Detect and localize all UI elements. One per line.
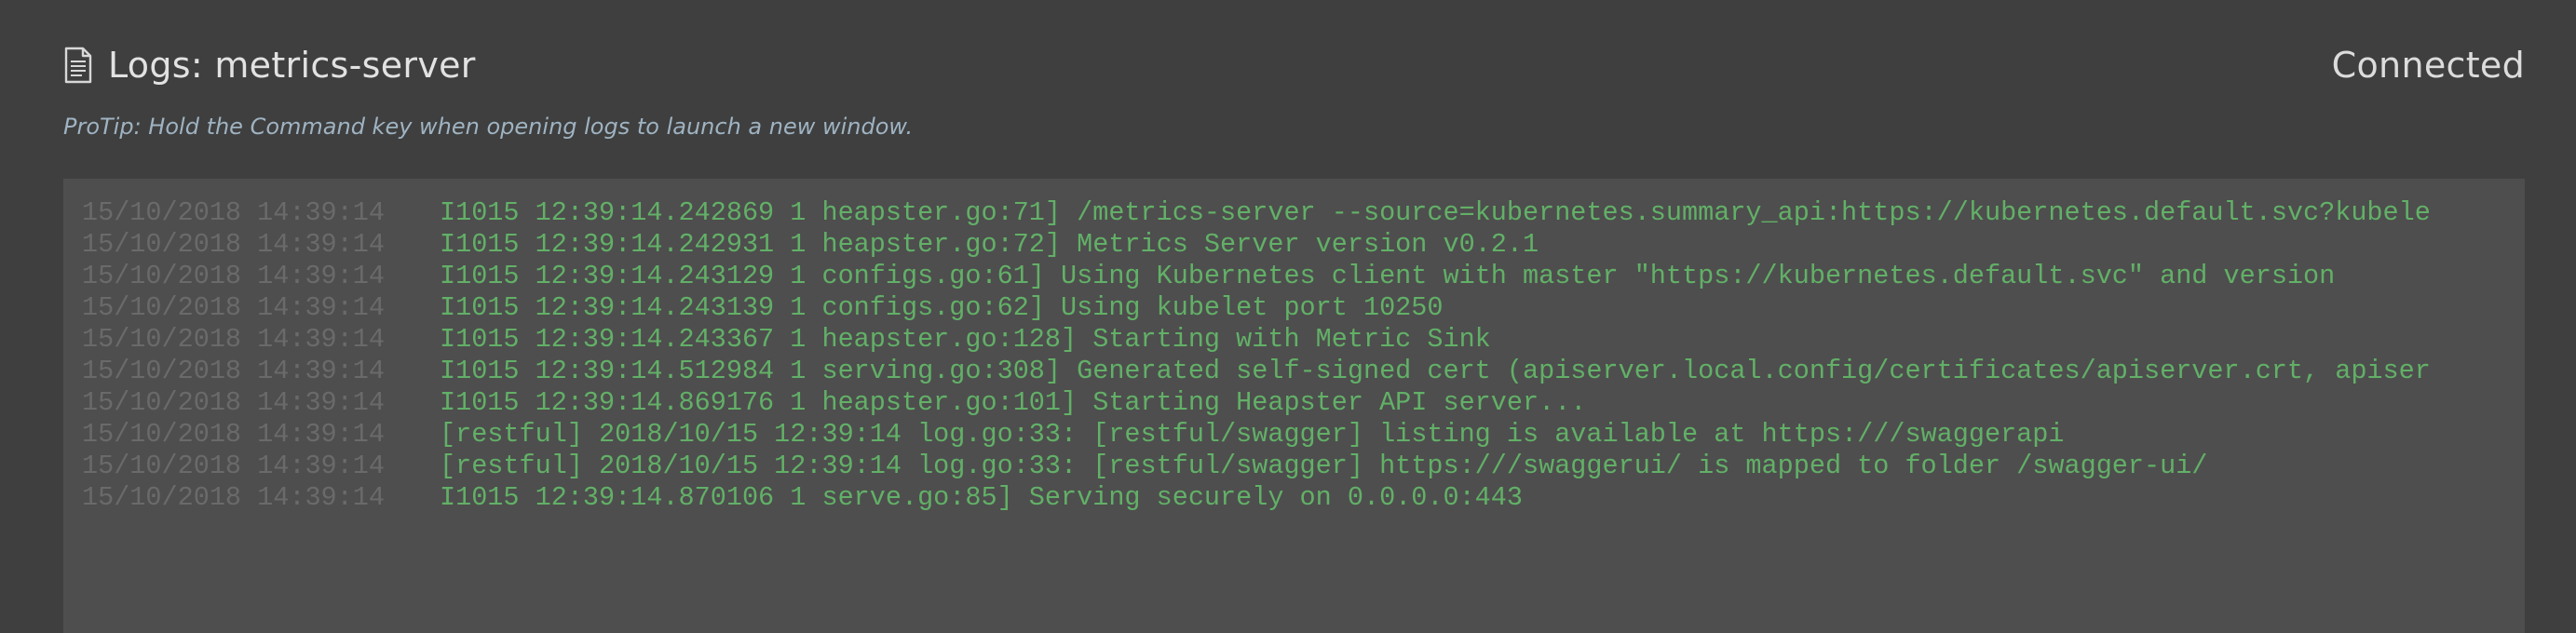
log-line: 15/10/2018 14:39:14 [restful] 2018/10/15 … bbox=[82, 451, 2525, 482]
page-header: Logs: metrics-server Connected bbox=[63, 39, 2525, 91]
log-timestamp: 15/10/2018 14:39:14 bbox=[82, 324, 385, 355]
log-line: 15/10/2018 14:39:14 I1015 12:39:14.243139… bbox=[82, 292, 2525, 324]
log-message: I1015 12:39:14.869176 1 heapster.go:101]… bbox=[440, 387, 1587, 418]
log-message: I1015 12:39:14.242869 1 heapster.go:71] … bbox=[440, 197, 2431, 228]
log-message: [restful] 2018/10/15 12:39:14 log.go:33:… bbox=[440, 419, 2065, 450]
log-timestamp: 15/10/2018 14:39:14 bbox=[82, 229, 385, 260]
document-icon bbox=[63, 47, 93, 84]
log-timestamp: 15/10/2018 14:39:14 bbox=[82, 261, 385, 291]
title-group: Logs: metrics-server bbox=[63, 45, 476, 86]
protip-text: ProTip: Hold the Command key when openin… bbox=[63, 114, 914, 140]
log-line: 15/10/2018 14:39:14 I1015 12:39:14.869176… bbox=[82, 387, 2525, 419]
log-line: 15/10/2018 14:39:14 I1015 12:39:14.242931… bbox=[82, 229, 2525, 261]
log-lines: 15/10/2018 14:39:14 I1015 12:39:14.242869… bbox=[82, 197, 2525, 514]
log-line: 15/10/2018 14:39:14 I1015 12:39:14.242869… bbox=[82, 197, 2525, 229]
page-title: Logs: metrics-server bbox=[108, 45, 476, 86]
log-message: [restful] 2018/10/15 12:39:14 log.go:33:… bbox=[440, 451, 2208, 481]
log-line: 15/10/2018 14:39:14 I1015 12:39:14.870106… bbox=[82, 482, 2525, 514]
log-line: 15/10/2018 14:39:14 I1015 12:39:14.243129… bbox=[82, 261, 2525, 292]
log-message: I1015 12:39:14.870106 1 serve.go:85] Ser… bbox=[440, 482, 1523, 513]
log-message: I1015 12:39:14.243129 1 configs.go:61] U… bbox=[440, 261, 2336, 291]
log-timestamp: 15/10/2018 14:39:14 bbox=[82, 197, 385, 228]
log-message: I1015 12:39:14.242931 1 heapster.go:72] … bbox=[440, 229, 1539, 260]
log-line: 15/10/2018 14:39:14 I1015 12:39:14.512984… bbox=[82, 356, 2525, 387]
log-line: 15/10/2018 14:39:14 I1015 12:39:14.243367… bbox=[82, 324, 2525, 356]
log-line: 15/10/2018 14:39:14 [restful] 2018/10/15 … bbox=[82, 419, 2525, 451]
log-timestamp: 15/10/2018 14:39:14 bbox=[82, 419, 385, 450]
log-message: I1015 12:39:14.243367 1 heapster.go:128]… bbox=[440, 324, 1491, 355]
log-timestamp: 15/10/2018 14:39:14 bbox=[82, 451, 385, 481]
log-timestamp: 15/10/2018 14:39:14 bbox=[82, 356, 385, 386]
log-timestamp: 15/10/2018 14:39:14 bbox=[82, 482, 385, 513]
log-message: I1015 12:39:14.512984 1 serving.go:308] … bbox=[440, 356, 2431, 386]
log-message: I1015 12:39:14.243139 1 configs.go:62] U… bbox=[440, 292, 1444, 323]
connection-status: Connected bbox=[2331, 45, 2525, 86]
log-panel[interactable]: 15/10/2018 14:39:14 I1015 12:39:14.242869… bbox=[63, 179, 2525, 633]
log-timestamp: 15/10/2018 14:39:14 bbox=[82, 292, 385, 323]
log-timestamp: 15/10/2018 14:39:14 bbox=[82, 387, 385, 418]
